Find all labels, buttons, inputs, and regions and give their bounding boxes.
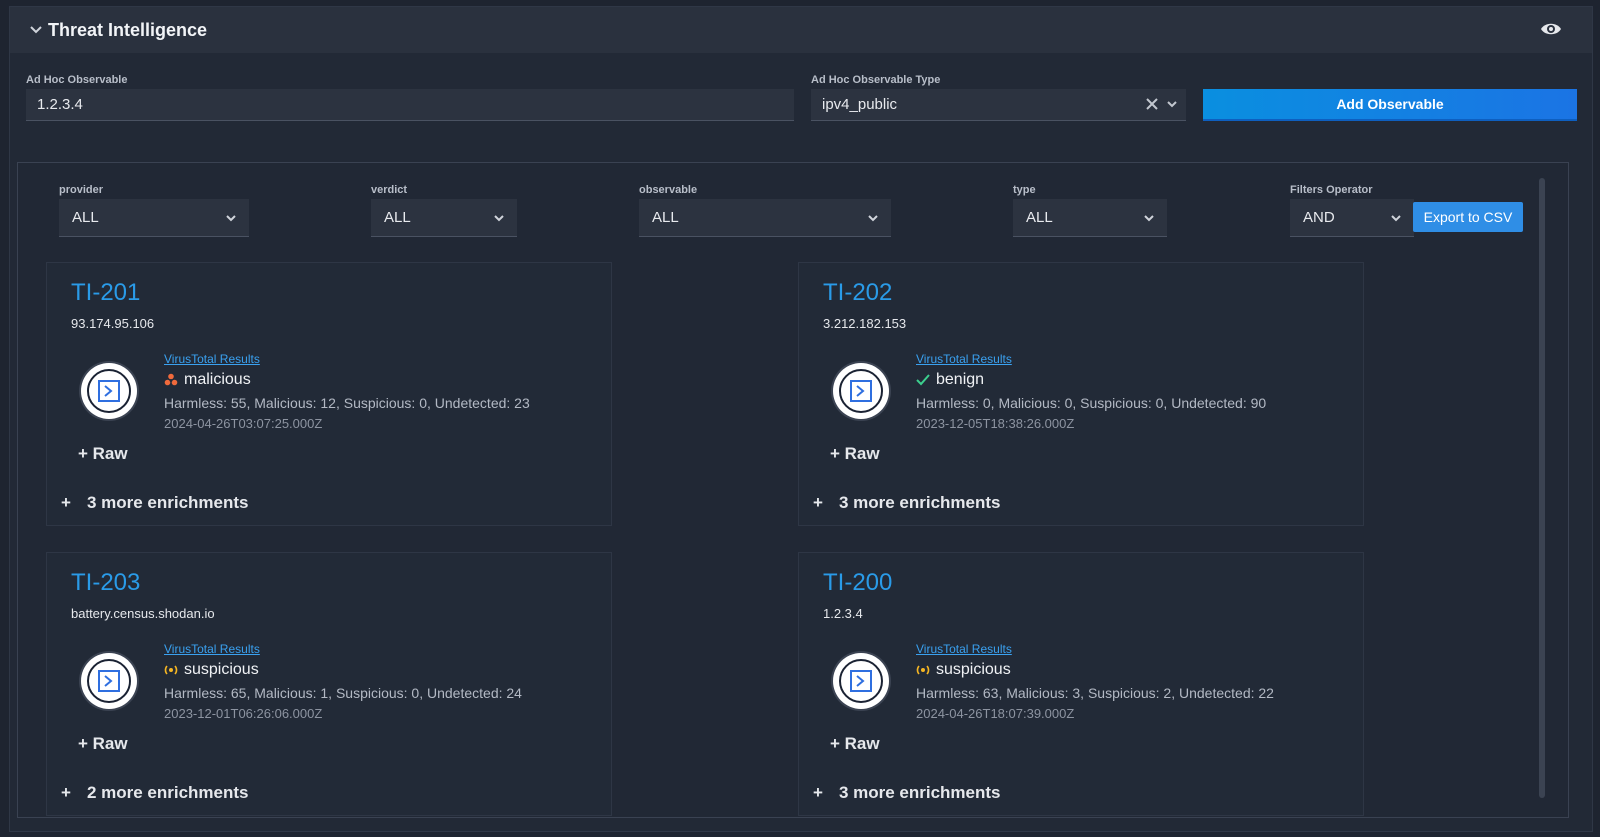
filters-operator-label: Filters Operator [1290, 184, 1373, 196]
eye-icon[interactable] [1540, 20, 1562, 38]
plus-icon: + [813, 493, 823, 512]
raw-toggle[interactable]: + Raw [78, 734, 128, 754]
verdict-date: 2024-04-26T03:07:25.000Z [164, 416, 323, 431]
virustotal-icon [833, 363, 889, 419]
verdict-filter-label: verdict [371, 184, 408, 196]
adhoc-observable-input[interactable]: 1.2.3.4 [26, 89, 794, 121]
type-filter-value: ALL [1026, 209, 1053, 226]
export-csv-button[interactable]: Export to CSV [1413, 202, 1523, 232]
clear-icon[interactable] [1146, 98, 1158, 110]
type-filter-label: type [1013, 184, 1036, 196]
panel-header[interactable]: Threat Intelligence [10, 7, 1592, 53]
card-observable: 3.212.182.153 [823, 316, 907, 331]
verdict-label: suspicious [184, 661, 259, 678]
chevron-down-icon[interactable] [1166, 98, 1178, 110]
enrichment-card: TI-202 3.212.182.153 VirusTotal Results … [798, 262, 1364, 526]
card-observable: 93.174.95.106 [71, 316, 155, 331]
card-id[interactable]: TI-203 [71, 569, 140, 597]
virustotal-icon [81, 653, 137, 709]
observable-filter-select[interactable]: ALL [639, 199, 891, 237]
enrichment-card: TI-203 battery.census.shodan.io VirusTot… [46, 552, 612, 816]
verdict-date: 2023-12-01T06:26:06.000Z [164, 706, 323, 721]
verdict: suspicious [916, 661, 1011, 679]
plus-icon: + [813, 783, 823, 802]
filters-operator-select[interactable]: AND [1290, 199, 1414, 237]
more-enrichments-toggle[interactable]: +3 more enrichments [61, 493, 249, 513]
check-icon [916, 374, 930, 386]
adhoc-type-value: ipv4_public [822, 96, 898, 113]
card-id[interactable]: TI-202 [823, 279, 892, 307]
virustotal-icon [81, 363, 137, 419]
scrollbar[interactable] [1539, 178, 1545, 798]
provider-filter-label: provider [59, 184, 104, 196]
card-observable: 1.2.3.4 [823, 606, 863, 621]
broadcast-icon [164, 665, 178, 675]
verdict: malicious [164, 371, 251, 389]
more-enrichments-label: 3 more enrichments [838, 783, 1001, 802]
more-enrichments-toggle[interactable]: +2 more enrichments [61, 783, 249, 803]
chevron-down-icon [494, 215, 504, 222]
verdict-label: benign [936, 371, 985, 388]
verdict-filter-select[interactable]: ALL [371, 199, 517, 237]
virustotal-icon [833, 653, 889, 709]
broadcast-icon [916, 665, 930, 675]
observable-filter-value: ALL [652, 209, 679, 226]
raw-toggle[interactable]: + Raw [830, 734, 880, 754]
biohazard-icon [164, 373, 178, 386]
raw-toggle[interactable]: + Raw [830, 444, 880, 464]
virustotal-results-link[interactable]: VirusTotal Results [916, 642, 1012, 656]
type-filter-select[interactable]: ALL [1013, 199, 1167, 237]
card-id[interactable]: TI-201 [71, 279, 140, 307]
more-enrichments-toggle[interactable]: +3 more enrichments [813, 783, 1001, 803]
virustotal-results-link[interactable]: VirusTotal Results [164, 642, 260, 656]
raw-toggle[interactable]: + Raw [78, 444, 128, 464]
provider-filter-select[interactable]: ALL [59, 199, 249, 237]
verdict-stats: Harmless: 63, Malicious: 3, Suspicious: … [916, 685, 1274, 701]
chevron-down-icon [868, 215, 878, 222]
panel-title: Threat Intelligence [48, 20, 208, 40]
verdict-stats: Harmless: 55, Malicious: 12, Suspicious:… [164, 395, 530, 411]
card-id[interactable]: TI-200 [823, 569, 892, 597]
virustotal-results-link[interactable]: VirusTotal Results [916, 352, 1012, 366]
enrichment-card: TI-200 1.2.3.4 VirusTotal Results suspic… [798, 552, 1364, 816]
provider-filter-value: ALL [72, 209, 99, 226]
chevron-down-icon [1144, 215, 1154, 222]
verdict-stats: Harmless: 65, Malicious: 1, Suspicious: … [164, 685, 522, 701]
adhoc-type-label: Ad Hoc Observable Type [811, 74, 941, 86]
verdict-date: 2023-12-05T18:38:26.000Z [916, 416, 1075, 431]
more-enrichments-label: 3 more enrichments [838, 493, 1001, 512]
enrichment-card: TI-201 93.174.95.106 VirusTotal Results … [46, 262, 612, 526]
card-observable: battery.census.shodan.io [71, 606, 215, 621]
observable-filter-label: observable [639, 184, 698, 196]
plus-icon: + [61, 493, 71, 512]
verdict-stats: Harmless: 0, Malicious: 0, Suspicious: 0… [916, 395, 1267, 411]
virustotal-results-link[interactable]: VirusTotal Results [164, 352, 260, 366]
verdict: benign [916, 371, 984, 389]
adhoc-observable-label: Ad Hoc Observable [26, 74, 128, 86]
verdict-date: 2024-04-26T18:07:39.000Z [916, 706, 1075, 721]
verdict: suspicious [164, 661, 259, 679]
plus-icon: + [61, 783, 71, 802]
add-observable-button[interactable]: Add Observable [1203, 89, 1577, 121]
verdict-label: malicious [184, 371, 251, 388]
chevron-down-icon [226, 215, 236, 222]
chevron-down-icon[interactable] [26, 20, 46, 40]
adhoc-type-select[interactable]: ipv4_public [811, 89, 1186, 121]
chevron-down-icon [1391, 215, 1401, 222]
more-enrichments-toggle[interactable]: +3 more enrichments [813, 493, 1001, 513]
verdict-label: suspicious [936, 661, 1011, 678]
verdict-filter-value: ALL [384, 209, 411, 226]
filters-operator-value: AND [1303, 209, 1335, 226]
more-enrichments-label: 3 more enrichments [86, 493, 249, 512]
more-enrichments-label: 2 more enrichments [86, 783, 249, 802]
